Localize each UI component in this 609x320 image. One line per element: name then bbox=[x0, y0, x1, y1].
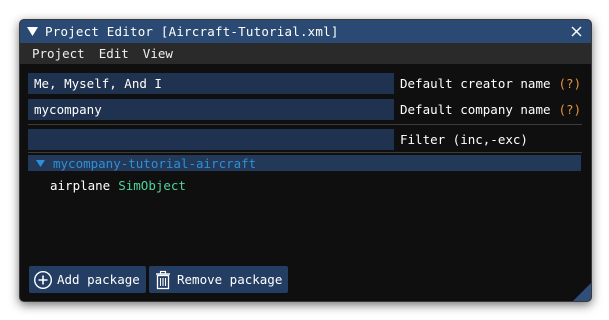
remove-package-button[interactable]: Remove package bbox=[149, 266, 289, 293]
plus-circle-icon bbox=[33, 270, 53, 290]
title-bar[interactable]: Project Editor [Aircraft-Tutorial.xml] bbox=[20, 20, 591, 43]
package-name: mycompany-tutorial-aircraft bbox=[53, 155, 257, 171]
menu-view[interactable]: View bbox=[143, 46, 173, 61]
add-package-label: Add package bbox=[57, 272, 140, 287]
filter-row: Filter (inc,-exc) bbox=[28, 129, 528, 150]
creator-name-input[interactable]: Me, Myself, And I bbox=[28, 73, 394, 94]
filter-label: Filter (inc,-exc) bbox=[400, 132, 528, 147]
company-name-label: Default company name bbox=[400, 102, 551, 117]
trash-icon bbox=[153, 270, 173, 290]
filter-input[interactable] bbox=[28, 129, 394, 150]
close-icon[interactable] bbox=[568, 23, 584, 39]
company-help-button[interactable]: (?) bbox=[559, 102, 582, 117]
asset-group-name: airplane bbox=[50, 177, 111, 193]
menu-bar: Project Edit View bbox=[20, 43, 591, 64]
remove-package-label: Remove package bbox=[177, 272, 283, 287]
asset-group-item[interactable]: airplane SimObject bbox=[50, 176, 186, 194]
menu-project[interactable]: Project bbox=[32, 46, 85, 61]
expand-triangle-icon[interactable] bbox=[36, 159, 46, 167]
creator-row: Me, Myself, And I Default creator name (… bbox=[28, 73, 581, 94]
separator bbox=[28, 152, 582, 153]
collapse-triangle-icon[interactable] bbox=[27, 27, 39, 36]
separator bbox=[28, 124, 582, 125]
window-title: Project Editor [Aircraft-Tutorial.xml] bbox=[45, 24, 339, 39]
resize-grip[interactable] bbox=[573, 283, 591, 301]
add-package-button[interactable]: Add package bbox=[29, 266, 146, 293]
menu-edit[interactable]: Edit bbox=[99, 46, 129, 61]
creator-help-button[interactable]: (?) bbox=[559, 76, 582, 91]
company-row: mycompany Default company name (?) bbox=[28, 99, 581, 120]
project-editor-window: Project Editor [Aircraft-Tutorial.xml] P… bbox=[19, 19, 592, 302]
creator-name-label: Default creator name bbox=[400, 76, 551, 91]
asset-group-type: SimObject bbox=[118, 177, 186, 193]
package-tree-node[interactable]: mycompany-tutorial-aircraft bbox=[28, 155, 581, 171]
company-name-input[interactable]: mycompany bbox=[28, 99, 394, 120]
